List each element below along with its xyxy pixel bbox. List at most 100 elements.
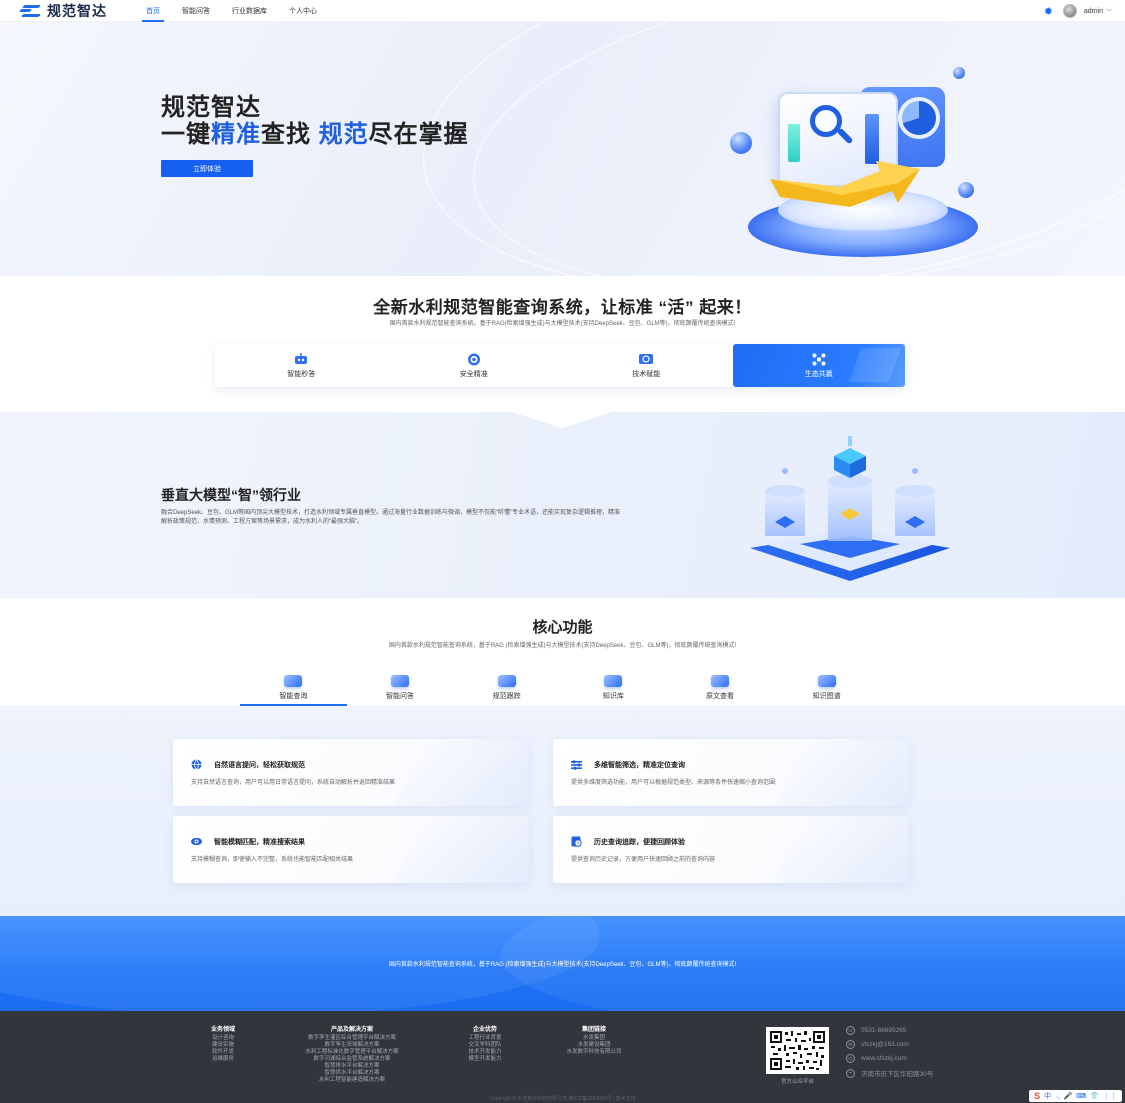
nav-item-home[interactable]: 首页: [135, 0, 171, 22]
footer-link[interactable]: 水发集团: [552, 1035, 636, 1042]
tab-label: 规范跟踪: [492, 693, 521, 700]
try-now-button[interactable]: 立即体验: [161, 160, 253, 177]
card-desc: 提供查询历史记录，方便用户快速回顾之前的查询内容: [571, 857, 716, 863]
logo[interactable]: 规范智达: [19, 1, 107, 21]
feature-label: 安全精准: [459, 370, 488, 378]
logo-icon: [19, 4, 42, 17]
footer-link[interactable]: 水发数字科技有限公司: [552, 1049, 636, 1056]
feature-bar: 智能秒答 安全精准 技术赋能 生态共赢: [215, 344, 905, 387]
feature-card[interactable]: 自然语言提问，轻松获取规范 支持自然语言查询，用户可以用日常语言提问，系统自动解…: [173, 739, 529, 806]
footer-column-group-links: 集团链接 水发集团 水发建设集团 水发数字科技有限公司: [552, 1027, 636, 1056]
footer-link[interactable]: 数字孪生灌区综合管理平台解决方案: [282, 1035, 422, 1042]
card-desc: 支持自然语言查询，用户可以用日常语言提问，系统自动解析并返回精准结果: [191, 780, 396, 786]
ime-mode[interactable]: 中: [1044, 1091, 1051, 1101]
tab-original-text[interactable]: 原文查看: [667, 670, 774, 706]
globe-icon: [191, 759, 202, 770]
tab-knowledge-graph[interactable]: 知识图谱: [773, 670, 880, 706]
feature-card[interactable]: 历史查询追踪，便捷回顾体验 提供查询历史记录，方便用户快速回顾之前的查询内容: [553, 816, 909, 883]
footer-link[interactable]: 模型开发能力: [455, 1056, 515, 1063]
keyboard-icon[interactable]: ⌨: [1076, 1092, 1086, 1100]
nav-item-profile[interactable]: 个人中心: [278, 0, 328, 22]
footer-link[interactable]: 智慧排水平台解决方案: [282, 1063, 422, 1070]
feature-card[interactable]: 智能模糊匹配，精准搜索结果 支持模糊查询，即使输入不完整，系统也能智能匹配相关结…: [173, 816, 529, 883]
username[interactable]: admin: [1084, 8, 1103, 15]
copyright: Copyright © 水发数字科技有限公司 鲁ICP备2024000号 | 技…: [489, 1096, 636, 1102]
footer-link[interactable]: 工程行业背景: [455, 1035, 515, 1042]
section-divider: [0, 400, 1125, 428]
search-icon: [284, 675, 303, 687]
feature-item-secure[interactable]: 安全精准: [388, 344, 561, 387]
menu-icon[interactable]: ⋮⋮: [1103, 1092, 1117, 1100]
hero-subtitle: 一键精准查找 规范尽在掌握: [161, 114, 469, 149]
model-illustration: [750, 436, 950, 581]
card-title: 历史查询追踪，便捷回顾体验: [594, 838, 685, 846]
footer-column-business: 业务领域 设计咨询 建设实施 软件开发 运维服务: [197, 1027, 249, 1063]
sogou-icon[interactable]: S: [1034, 1091, 1040, 1101]
tab-tracking[interactable]: 规范跟踪: [453, 670, 560, 706]
target-icon: [466, 353, 482, 366]
card-title: 多维智能筛选，精准定位查询: [594, 761, 685, 769]
user-area: ✹ admin ﹀: [1044, 0, 1112, 22]
footer-link[interactable]: 数字河湖综合监管系统解决方案: [282, 1056, 422, 1063]
ime-punct[interactable]: ·,: [1055, 1093, 1059, 1100]
hero-section: 规范智达 一键精准查找 规范尽在掌握 立即体验: [0, 22, 1125, 276]
vertical-desc: 融合DeepSeek、豆包、GLM等国内顶尖大模型技术，打造水利领域专属垂直模型…: [161, 510, 621, 525]
feature-item-ecosystem[interactable]: 生态共赢: [732, 344, 905, 387]
footer-link[interactable]: 智慧供水平台解决方案: [282, 1070, 422, 1077]
history-icon: [571, 836, 582, 847]
hero-illustration: [730, 67, 990, 267]
footer-link[interactable]: 水利工程智能建造解决方案: [282, 1077, 422, 1084]
card-desc: 提供多维度筛选功能，用户可以根据规范类型、来源等条件快速缩小查询范围: [571, 780, 776, 786]
feature-card[interactable]: 多维智能筛选，精准定位查询 提供多维度筛选功能，用户可以根据规范类型、来源等条件…: [553, 739, 909, 806]
tab-smart-query[interactable]: 智能查询: [240, 670, 347, 706]
tab-smart-qa[interactable]: 智能问答: [347, 670, 454, 706]
core-title: 核心功能: [532, 619, 593, 636]
feature-label: 技术赋能: [632, 370, 661, 378]
network-icon: [811, 353, 827, 366]
card-desc: 支持模糊查询，即使输入不完整，系统也能智能匹配相关结果: [191, 857, 354, 863]
contact-text[interactable]: sfszkj@163.com: [861, 1041, 909, 1048]
qr-label: 官方公众平台: [780, 1079, 814, 1085]
nav-item-database[interactable]: 行业数据库: [221, 0, 278, 22]
footer-heading: 产品及解决方案: [330, 1027, 373, 1033]
footer-link[interactable]: 设计咨询: [197, 1035, 249, 1042]
avatar[interactable]: [1062, 4, 1077, 18]
card-title: 智能模糊匹配，精准搜索结果: [214, 838, 305, 846]
tab-label: 智能查询: [279, 693, 308, 700]
tab-label: 知识图谱: [812, 693, 841, 700]
card-title: 自然语言提问，轻松获取规范: [214, 761, 305, 769]
mic-icon[interactable]: 🎤: [1063, 1092, 1072, 1100]
footer-link[interactable]: 数字孪生流域解决方案: [282, 1042, 422, 1049]
banner-text: 国内首款水利规范智能查询系统，基于RAG (检索增强生成)与大模型技术(支持De…: [388, 962, 737, 968]
footer-link[interactable]: 建设实施: [197, 1042, 249, 1049]
contact-text[interactable]: www.sfszkj.com: [861, 1055, 907, 1062]
chevron-down-icon[interactable]: ﹀: [1106, 7, 1112, 16]
footer-heading: 集团链接: [581, 1027, 606, 1033]
phone-icon: ☏: [846, 1026, 855, 1035]
footer-link[interactable]: 水发建设集团: [552, 1042, 636, 1049]
skin-icon[interactable]: 👕: [1090, 1092, 1099, 1100]
gear-icon[interactable]: ✹: [1044, 5, 1053, 18]
contact-text: 济南市历下区华阳路30号: [861, 1071, 934, 1078]
intro-desc: 国内首款水利规范智能查询系统。基于RAG(检索增强生成)与大模型技术(支持Dee…: [389, 321, 736, 327]
contact-address: ⌖ 济南市历下区华阳路30号: [846, 1068, 933, 1078]
tab-knowledge-base[interactable]: 知识库: [560, 670, 667, 706]
contact-website: ◎ www.sfszkj.com: [846, 1054, 907, 1063]
footer-link[interactable]: 软件开发: [197, 1049, 249, 1056]
footer-link[interactable]: 技术开发能力: [455, 1049, 515, 1056]
ime-toolbar[interactable]: S 中 ·, 🎤 ⌨ 👕 ⋮⋮: [1029, 1090, 1122, 1102]
nav-item-qa[interactable]: 智能问答: [171, 0, 221, 22]
feature-item-smart-answer[interactable]: 智能秒答: [215, 344, 388, 387]
feature-item-tech[interactable]: 技术赋能: [560, 344, 733, 387]
core-cards-section: 自然语言提问，轻松获取规范 支持自然语言查询，用户可以用日常语言提问，系统自动解…: [0, 706, 1125, 916]
contact-text: 0531-86895265: [861, 1027, 907, 1034]
feature-label: 智能秒答: [287, 370, 316, 378]
qr-code: [766, 1027, 829, 1074]
footer-link[interactable]: 运维服务: [197, 1056, 249, 1063]
footer-heading: 企业优势: [472, 1027, 497, 1033]
tab-label: 智能问答: [386, 693, 414, 700]
footer-link[interactable]: 水利工程标准化数字管理平台解决方案: [282, 1049, 422, 1056]
tech-icon: [638, 353, 654, 366]
footer-link[interactable]: 交叉学科团队: [455, 1042, 515, 1049]
nav-menu: 首页 智能问答 行业数据库 个人中心: [135, 0, 328, 22]
